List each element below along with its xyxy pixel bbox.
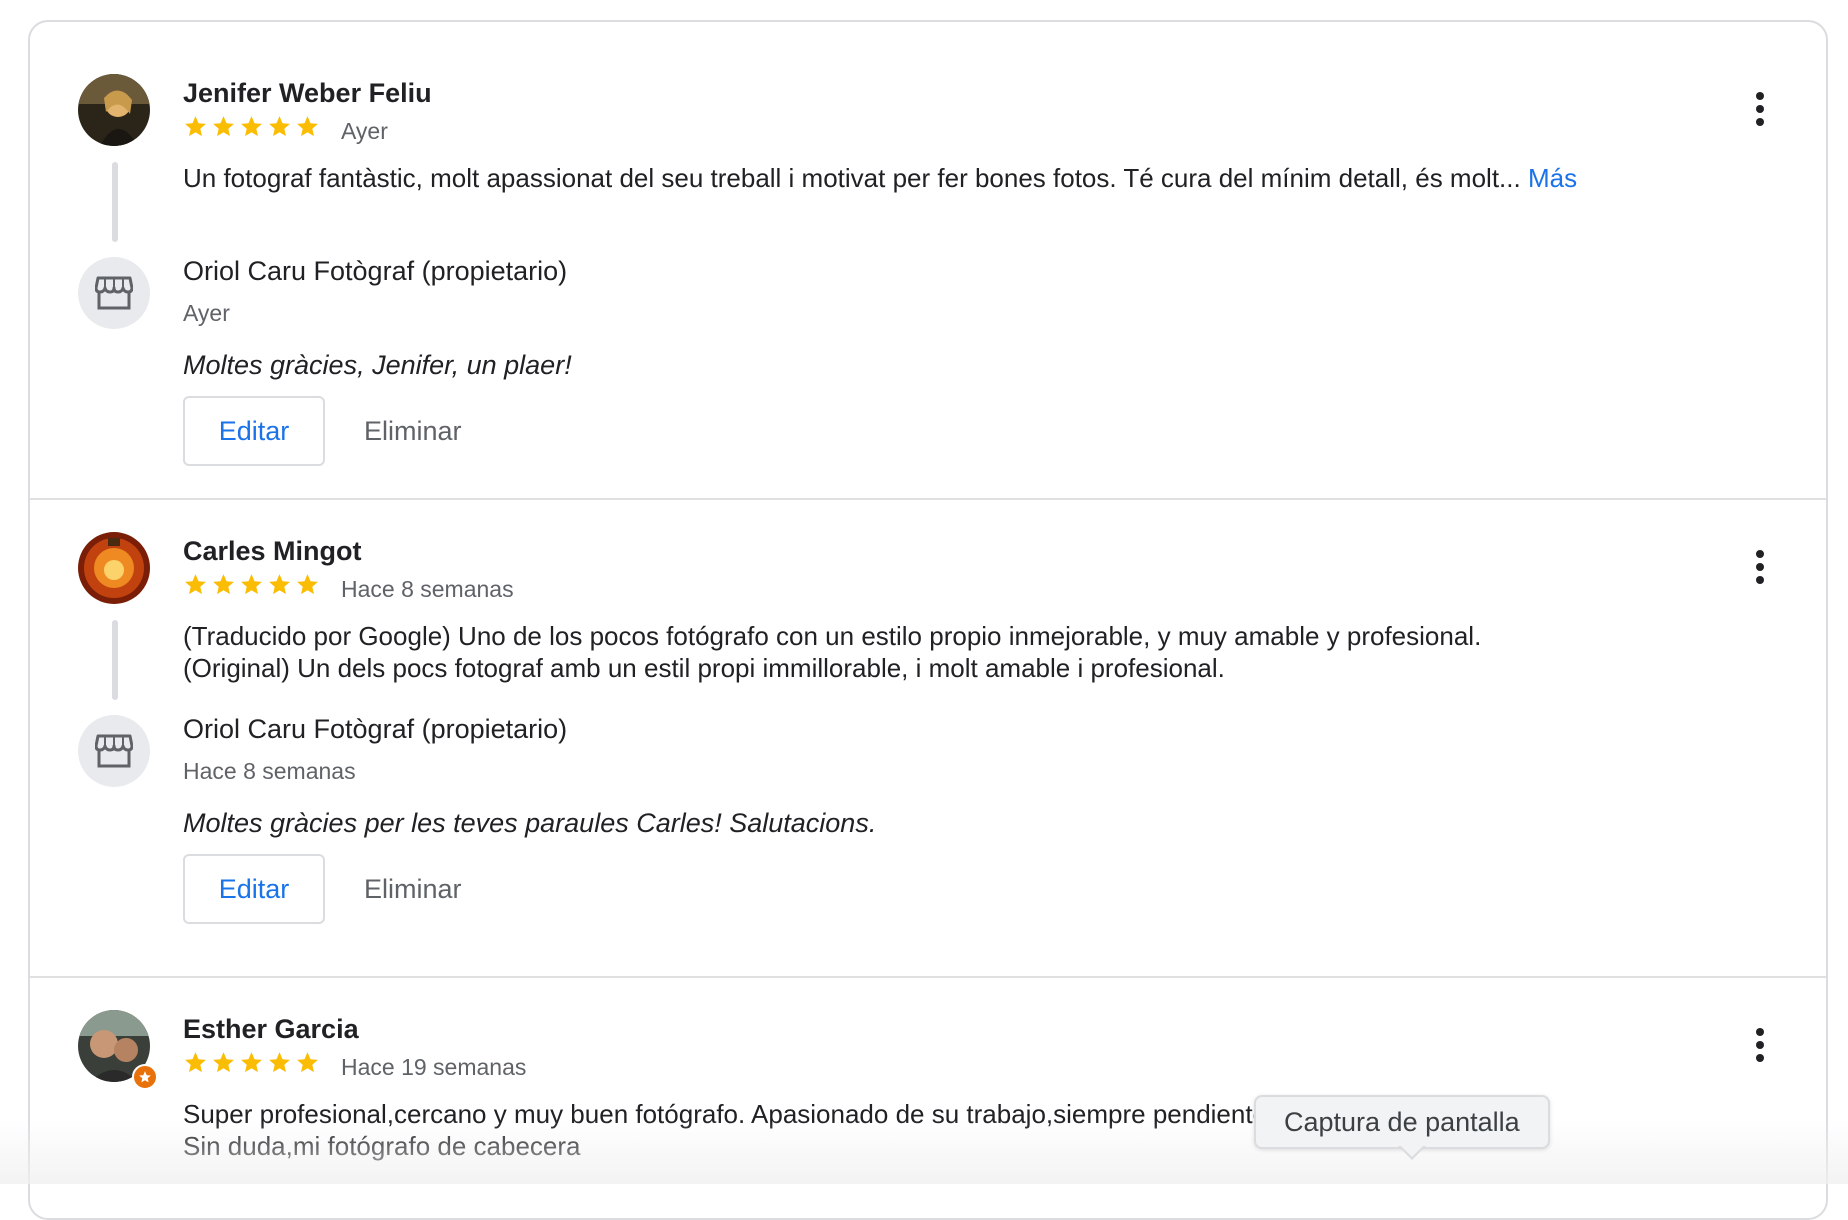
reviewer-name[interactable]: Jenifer Weber Feliu — [183, 78, 432, 109]
local-guide-badge-icon — [132, 1064, 158, 1090]
reviewer-name[interactable]: Carles Mingot — [183, 536, 362, 567]
storefront-icon — [95, 734, 133, 768]
review-text-translated: (Traducido por Google) Uno de los pocos … — [183, 621, 1482, 651]
star-icon — [269, 574, 290, 595]
star-rating — [183, 114, 320, 139]
more-options-icon[interactable] — [1742, 542, 1778, 592]
delete-button[interactable]: Eliminar — [358, 854, 468, 924]
tooltip-label: Captura de pantalla — [1284, 1106, 1520, 1137]
star-icon — [269, 116, 290, 137]
edit-button[interactable]: Editar — [183, 854, 325, 924]
storefront-icon — [95, 276, 133, 310]
owner-reply-text: Moltes gràcies, Jenifer, un plaer! — [183, 350, 572, 380]
star-icon — [297, 116, 318, 137]
star-icon — [185, 1052, 206, 1073]
avatar[interactable] — [78, 532, 150, 604]
thread-line — [112, 162, 118, 242]
star-icon — [185, 574, 206, 595]
delete-button[interactable]: Eliminar — [358, 396, 468, 466]
reviews-card: Jenifer Weber Feliu Ayer Un fotograf fan… — [28, 20, 1828, 1220]
edit-button[interactable]: Editar — [183, 396, 325, 466]
reviewer-name[interactable]: Esther Garcia — [183, 1014, 359, 1045]
review-item: Esther Garcia Hace 19 semanas Super prof… — [30, 978, 1826, 1218]
more-options-icon[interactable] — [1742, 1020, 1778, 1070]
avatar[interactable] — [78, 74, 150, 146]
screenshot-tooltip: Captura de pantalla — [1254, 1095, 1550, 1149]
review-item: Carles Mingot Hace 8 semanas (Traducido … — [30, 500, 1826, 978]
star-icon — [213, 574, 234, 595]
tooltip-arrow-fill — [1400, 1145, 1424, 1157]
star-icon — [297, 1052, 318, 1073]
star-rating — [183, 572, 320, 597]
star-icon — [185, 116, 206, 137]
star-icon — [213, 1052, 234, 1073]
thread-line — [112, 620, 118, 700]
owner-reply-text: Moltes gràcies per les teves paraules Ca… — [183, 808, 877, 838]
more-link[interactable]: Más — [1528, 163, 1577, 193]
review-text: Un fotograf fantàstic, molt apassionat d… — [183, 162, 1583, 194]
owner-reply-date: Hace 8 semanas — [183, 758, 356, 784]
review-item: Jenifer Weber Feliu Ayer Un fotograf fan… — [30, 22, 1826, 500]
star-icon — [241, 574, 262, 595]
owner-name: Oriol Caru Fotògraf (propietario) — [183, 256, 568, 286]
star-icon — [297, 574, 318, 595]
owner-name: Oriol Caru Fotògraf (propietario) — [183, 714, 568, 744]
owner-avatar — [78, 257, 150, 329]
more-options-icon[interactable] — [1742, 84, 1778, 134]
review-text-body: Un fotograf fantàstic, molt apassionat d… — [183, 163, 1521, 193]
star-icon — [213, 116, 234, 137]
review-text-original: (Original) Un dels pocs fotograf amb un … — [183, 653, 1225, 683]
review-date: Hace 8 semanas — [341, 576, 514, 602]
star-rating — [183, 1050, 320, 1075]
star-icon — [269, 1052, 290, 1073]
star-icon — [241, 116, 262, 137]
review-date: Ayer — [341, 118, 388, 144]
review-text: (Traducido por Google) Uno de los pocos … — [183, 620, 1633, 684]
owner-reply-date: Ayer — [183, 300, 230, 326]
star-icon — [241, 1052, 262, 1073]
owner-avatar — [78, 715, 150, 787]
review-date: Hace 19 semanas — [341, 1054, 527, 1080]
